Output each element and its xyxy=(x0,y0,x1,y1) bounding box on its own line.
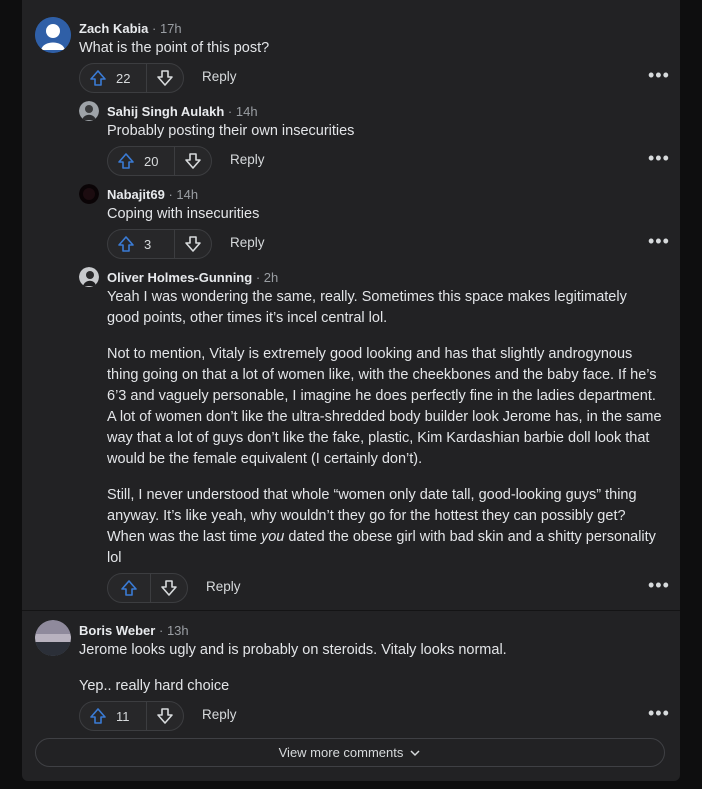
chevron-down-icon xyxy=(410,749,420,756)
thread-divider xyxy=(22,610,680,611)
comment-actions: 20 Reply ••• xyxy=(107,146,669,176)
separator-dot: · xyxy=(151,21,157,36)
more-options-icon[interactable]: ••• xyxy=(648,703,670,724)
author-name[interactable]: Boris Weber xyxy=(79,623,155,638)
vote-count: 22 xyxy=(116,70,131,86)
upvote-button[interactable] xyxy=(108,230,144,258)
comment-actions: 3 Reply ••• xyxy=(107,229,669,259)
view-more-label: View more comments xyxy=(278,745,404,760)
upvote-arrow-icon xyxy=(118,153,134,169)
comment-paragraph: Yep.. really hard choice xyxy=(79,678,230,694)
author-name[interactable]: Zach Kabia xyxy=(79,21,148,36)
more-options-icon[interactable]: ••• xyxy=(648,231,670,252)
comment-actions: 11 Reply ••• xyxy=(79,701,669,731)
emphasized-text: you xyxy=(260,529,285,545)
avatar[interactable] xyxy=(35,17,71,53)
downvote-arrow-icon xyxy=(185,153,201,169)
vote-control: 20 xyxy=(107,146,212,176)
photo-avatar-icon xyxy=(79,267,99,287)
avatar[interactable] xyxy=(79,101,99,121)
default-user-avatar-icon xyxy=(35,17,71,53)
avatar[interactable] xyxy=(79,267,99,287)
downvote-arrow-icon xyxy=(185,236,201,252)
comment-actions: 22 Reply ••• xyxy=(79,63,669,93)
comment-body: Probably posting their own insecurities xyxy=(107,121,667,142)
upvote-arrow-icon xyxy=(90,708,106,724)
downvote-button[interactable] xyxy=(175,147,211,175)
reply-button[interactable]: Reply xyxy=(230,235,265,250)
upvote-arrow-icon xyxy=(121,580,137,596)
photo-avatar-icon xyxy=(79,101,99,121)
comment-body: Coping with insecurities xyxy=(107,204,667,225)
downvote-button[interactable] xyxy=(147,702,183,730)
comment-paragraph: Probably posting their own insecurities xyxy=(107,123,355,139)
dark-avatar-icon xyxy=(79,184,99,204)
more-options-icon[interactable]: ••• xyxy=(648,575,670,596)
vote-control: 11 xyxy=(79,701,184,731)
timestamp: 14h xyxy=(176,187,199,202)
downvote-arrow-icon xyxy=(157,708,173,724)
vote-control: 3 xyxy=(107,229,212,259)
downvote-button[interactable] xyxy=(147,64,183,92)
timestamp: 14h xyxy=(235,104,258,119)
vote-control xyxy=(107,573,188,603)
comment-actions: Reply ••• xyxy=(107,573,669,603)
avatar[interactable] xyxy=(35,620,71,656)
comment-body: What is the point of this post? xyxy=(79,38,659,59)
reply-button[interactable]: Reply xyxy=(202,69,237,84)
comment-body: Jerome looks ugly and is probably on ste… xyxy=(79,640,659,697)
reply-button[interactable]: Reply xyxy=(202,707,237,722)
upvote-arrow-icon xyxy=(118,236,134,252)
timestamp: 17h xyxy=(159,21,182,36)
separator-dot: · xyxy=(168,187,173,202)
more-options-icon[interactable]: ••• xyxy=(648,65,670,86)
comment-paragraph: Not to mention, Vitaly is extremely good… xyxy=(107,346,662,467)
downvote-arrow-icon xyxy=(161,580,177,596)
timestamp: 2h xyxy=(263,270,279,285)
comment-body: Yeah I was wondering the same, really. S… xyxy=(107,287,663,569)
upvote-button[interactable] xyxy=(80,702,116,730)
avatar[interactable] xyxy=(79,184,99,204)
comment-paragraph: Still, I never understood that whole “wo… xyxy=(107,485,663,569)
more-options-icon[interactable]: ••• xyxy=(648,148,670,169)
view-more-comments-button[interactable]: View more comments xyxy=(35,738,665,767)
upvote-button[interactable] xyxy=(80,64,116,92)
vote-count: 11 xyxy=(116,708,130,724)
downvote-arrow-icon xyxy=(157,70,173,86)
author-name[interactable]: Nabajit69 xyxy=(107,187,165,202)
separator-dot: · xyxy=(227,104,233,119)
comment-meta: Nabajit69 · 14h xyxy=(107,187,198,202)
comment-meta: Boris Weber · 13h xyxy=(79,623,189,638)
comment-paragraph: Jerome looks ugly and is probably on ste… xyxy=(79,642,507,658)
upvote-arrow-icon xyxy=(90,70,106,86)
upvote-button[interactable] xyxy=(108,147,144,175)
comment-meta: Sahij Singh Aulakh · 14h xyxy=(107,104,258,119)
comment-paragraph: Yeah I was wondering the same, really. S… xyxy=(107,289,627,326)
comment-paragraph: Coping with insecurities xyxy=(107,206,260,222)
landscape-avatar-icon xyxy=(35,620,71,656)
vote-count: 3 xyxy=(144,236,152,252)
reply-button[interactable]: Reply xyxy=(206,579,241,594)
comment-paragraph: What is the point of this post? xyxy=(79,40,270,56)
timestamp: 13h xyxy=(166,623,189,638)
upvote-button[interactable] xyxy=(108,574,150,602)
author-name[interactable]: Oliver Holmes-Gunning xyxy=(107,270,252,285)
comment-meta: Oliver Holmes-Gunning · 2h xyxy=(107,270,278,285)
separator-dot: · xyxy=(255,270,261,285)
author-name[interactable]: Sahij Singh Aulakh xyxy=(107,104,224,119)
vote-control: 22 xyxy=(79,63,184,93)
separator-dot: · xyxy=(158,623,164,638)
downvote-button[interactable] xyxy=(175,230,211,258)
downvote-button[interactable] xyxy=(151,574,187,602)
reply-button[interactable]: Reply xyxy=(230,152,265,167)
vote-count: 20 xyxy=(144,153,159,169)
comment-meta: Zach Kabia · 17h xyxy=(79,21,182,36)
